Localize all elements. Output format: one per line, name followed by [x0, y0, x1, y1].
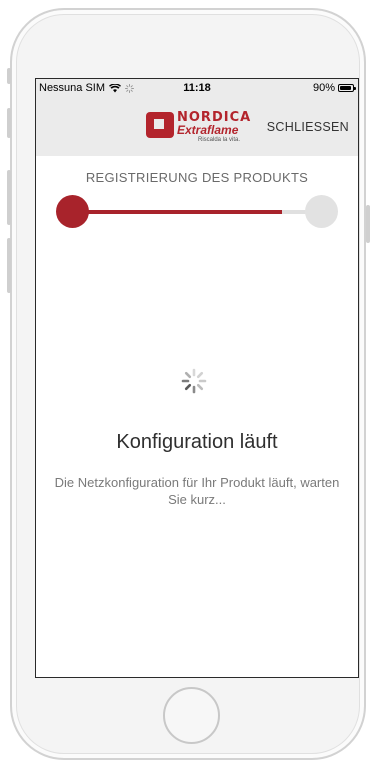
step-title: REGISTRIERUNG DES PRODUKTS: [85, 170, 309, 185]
home-button[interactable]: [163, 687, 220, 744]
logo-brand-mid: Extraflame: [177, 123, 239, 137]
progress-step-end: [305, 195, 338, 228]
screen: Nessuna SIM 11:18 90% NORDICA Extraflame…: [35, 78, 359, 678]
brand-logo: NORDICA Extraflame Riscalda la vita.: [146, 110, 256, 148]
logo-mark-icon: [146, 112, 174, 138]
battery-icon: [338, 84, 356, 92]
status-right: 90%: [312, 82, 356, 94]
progress-track: [72, 210, 322, 214]
battery-percent: 90%: [312, 82, 335, 94]
loading-spinner-icon: [181, 368, 207, 394]
status-title: Konfiguration läuft: [116, 431, 278, 453]
mute-switch: [7, 68, 11, 84]
volume-down-button-2: [7, 238, 11, 293]
close-button[interactable]: SCHLIESSEN: [267, 120, 349, 134]
battery-level: [340, 86, 351, 90]
app-header: NORDICA Extraflame Riscalda la vita. SCH…: [36, 99, 358, 156]
status-bar: Nessuna SIM 11:18 90%: [36, 79, 358, 99]
registration-progress: [56, 195, 338, 229]
logo-tagline: Riscalda la vita.: [198, 137, 241, 143]
volume-down-button: [7, 170, 11, 225]
volume-up-button: [7, 108, 11, 138]
progress-step-start: [56, 195, 89, 228]
progress-fill: [72, 210, 282, 214]
status-description: Die Netzkonfiguration für Ihr Produkt lä…: [54, 475, 340, 507]
power-button: [366, 205, 370, 243]
status-time: 11:18: [183, 82, 211, 94]
